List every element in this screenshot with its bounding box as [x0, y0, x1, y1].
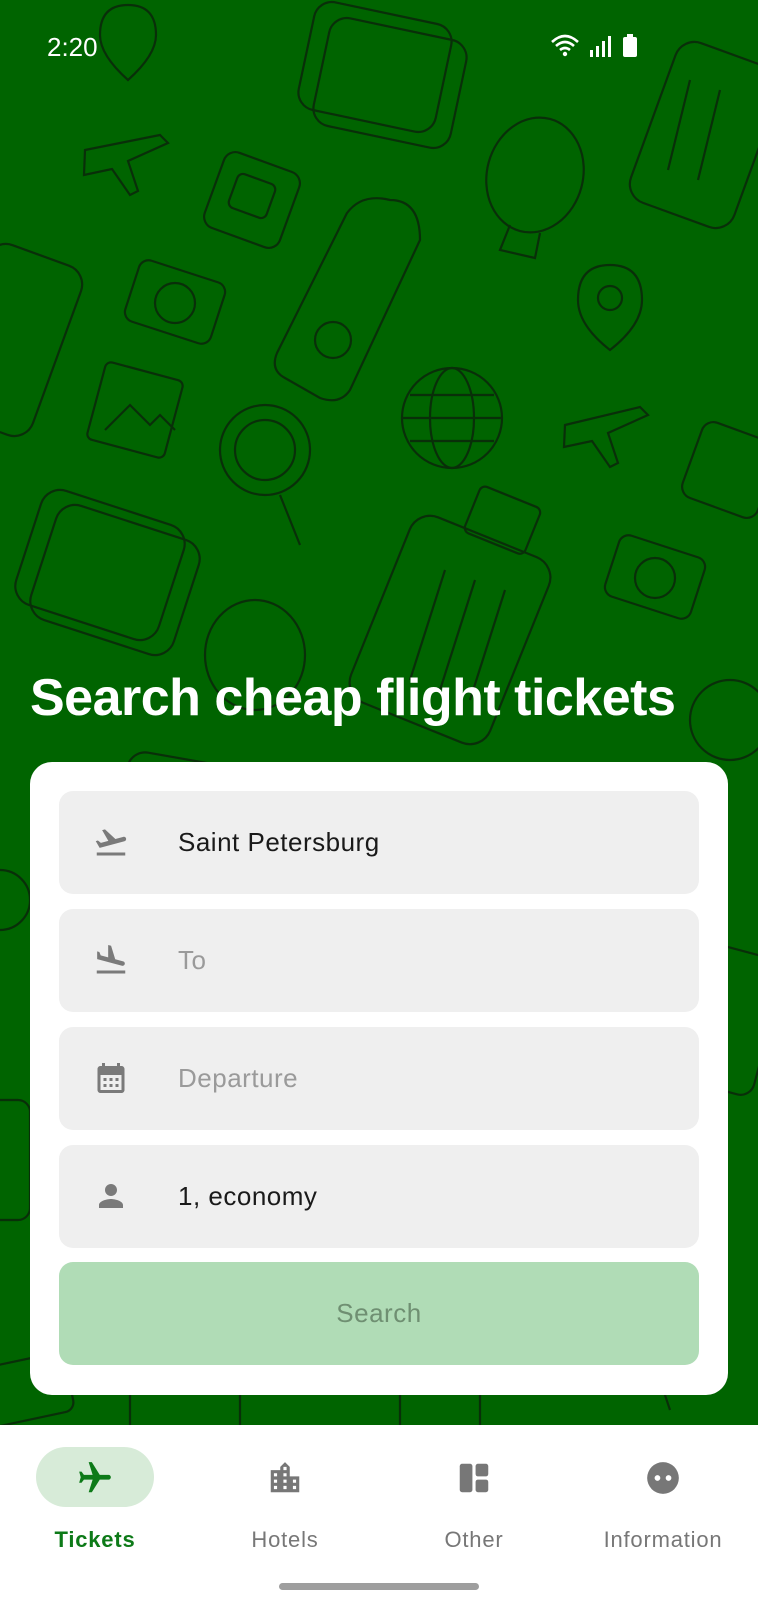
landing-icon	[96, 945, 126, 974]
bottom-navigation: Tickets Hotels Other Information	[0, 1425, 758, 1600]
signal-icon	[590, 36, 611, 57]
nav-item-information[interactable]: Information	[568, 1447, 758, 1567]
nav-label-other: Other	[444, 1527, 504, 1552]
hero-background: 2:20 Search cheap flight tickets Saint P…	[0, 0, 758, 1425]
status-time: 2:20	[47, 32, 98, 62]
nav-item-hotels[interactable]: Hotels	[190, 1447, 380, 1567]
person-icon	[99, 1184, 123, 1208]
passengers-field[interactable]: 1, economy	[59, 1145, 699, 1248]
nav-item-other[interactable]: Other	[379, 1447, 569, 1567]
from-field[interactable]: Saint Petersburg	[59, 791, 699, 894]
nav-label-information: Information	[603, 1527, 723, 1552]
home-indicator[interactable]	[279, 1583, 479, 1590]
nav-label-hotels: Hotels	[251, 1527, 319, 1552]
nav-item-tickets[interactable]: Tickets	[0, 1447, 190, 1567]
from-value: Saint Petersburg	[178, 827, 380, 857]
calendar-icon	[97, 1063, 125, 1093]
status-bar: 2:20	[0, 0, 758, 96]
battery-icon	[623, 34, 637, 57]
search-button[interactable]: Search	[59, 1262, 699, 1365]
building-icon	[270, 1462, 300, 1493]
airplane-icon	[79, 1462, 111, 1493]
departure-field[interactable]: Departure	[59, 1027, 699, 1130]
to-field[interactable]: To	[59, 909, 699, 1012]
to-placeholder: To	[178, 945, 207, 975]
search-form-card: Saint Petersburg To Departure 1, economy…	[30, 762, 728, 1395]
nav-label-tickets: Tickets	[54, 1527, 136, 1552]
dashboard-icon	[459, 1463, 489, 1493]
info-dots-icon	[647, 1462, 679, 1494]
departure-placeholder: Departure	[178, 1063, 299, 1093]
takeoff-icon	[95, 829, 127, 856]
status-icons	[550, 34, 638, 58]
passengers-value: 1, economy	[178, 1181, 318, 1211]
page-title: Search cheap flight tickets	[30, 669, 676, 727]
wifi-icon	[551, 34, 579, 57]
